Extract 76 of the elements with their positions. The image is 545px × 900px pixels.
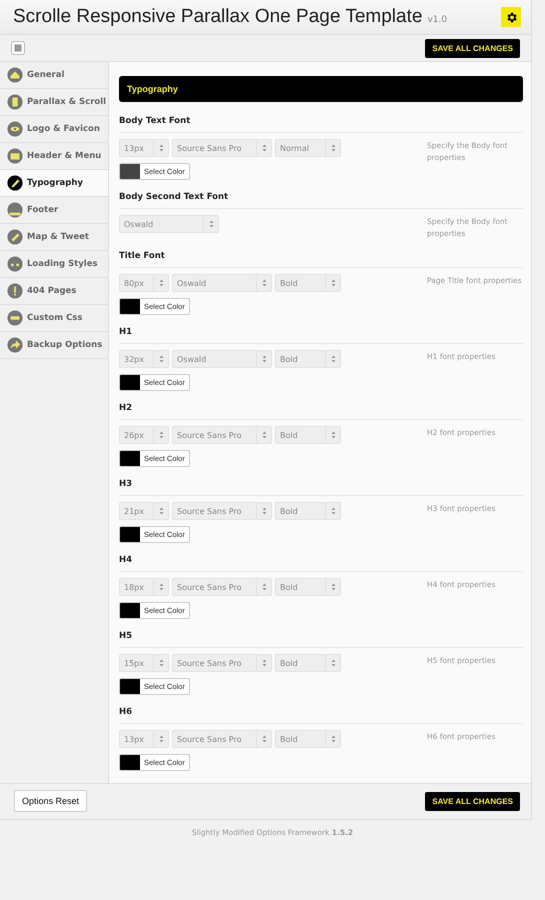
sidebar-item[interactable]: Typography: [0, 170, 108, 197]
footer-icon: [7, 202, 23, 218]
version-label: v1.0: [427, 15, 448, 25]
eye-icon: [7, 121, 23, 137]
updown-icon: [262, 659, 266, 668]
updown-icon: [158, 431, 164, 440]
select-field[interactable]: 80px: [119, 274, 169, 292]
updown-icon: [330, 279, 336, 288]
select-field[interactable]: Bold: [275, 502, 341, 520]
select-field[interactable]: Source Sans Pro: [172, 654, 272, 672]
updown-icon: [262, 355, 266, 364]
select-field[interactable]: Bold: [275, 730, 341, 748]
updown-icon: [158, 583, 164, 592]
select-field[interactable]: Oswald: [172, 274, 272, 292]
updown-icon: [262, 279, 266, 288]
select-field[interactable]: Bold: [275, 578, 341, 596]
updown-icon: [158, 355, 164, 364]
select-field[interactable]: Source Sans Pro: [172, 426, 272, 444]
select-field[interactable]: Oswald: [172, 350, 272, 368]
window-icon: [7, 148, 23, 164]
select-field[interactable]: Bold: [275, 350, 341, 368]
updown-icon: [262, 735, 266, 744]
select-field[interactable]: 18px: [119, 578, 169, 596]
exclamation-icon: [7, 283, 23, 299]
select-field[interactable]: Bold: [275, 274, 341, 292]
updown-icon: [330, 144, 336, 152]
updown-icon: [158, 279, 164, 288]
section-heading: Body Text Font: [119, 116, 523, 133]
pen-icon: [7, 175, 23, 191]
section-heading: H2: [119, 403, 523, 420]
select-field[interactable]: Oswald: [119, 215, 219, 233]
settings-icon[interactable]: [501, 7, 521, 27]
panel-title: Typography: [119, 76, 523, 102]
section-heading: H1: [119, 327, 523, 344]
select-field[interactable]: Source Sans Pro: [172, 139, 272, 157]
section-heading: H3: [119, 479, 523, 496]
select-field[interactable]: Source Sans Pro: [172, 502, 272, 520]
updown-icon: [330, 659, 336, 668]
save-button[interactable]: SAVE ALL CHANGES: [425, 792, 520, 811]
panel-toggle-icon[interactable]: [11, 41, 25, 55]
updown-icon: [330, 583, 336, 592]
updown-icon: [330, 735, 336, 744]
section-heading: H4: [119, 555, 523, 572]
section-heading: Body Second Text Font: [119, 192, 523, 209]
updown-icon: [330, 507, 336, 516]
updown-icon: [158, 507, 164, 516]
select-field[interactable]: Normal: [275, 139, 341, 157]
updown-icon: [262, 507, 266, 516]
scroll-icon: [7, 94, 23, 110]
save-button[interactable]: SAVE ALL CHANGES: [425, 38, 520, 58]
select-field[interactable]: Source Sans Pro: [172, 578, 272, 596]
section-heading: H5: [119, 631, 523, 648]
updown-icon: [262, 144, 266, 152]
select-field[interactable]: Bold: [275, 426, 341, 444]
select-field[interactable]: 13px: [119, 139, 169, 157]
reset-button[interactable]: Options Reset: [14, 790, 88, 812]
dots-icon: [7, 256, 23, 272]
updown-icon: [158, 659, 164, 668]
updown-icon: [330, 355, 336, 364]
select-field[interactable]: Bold: [275, 654, 341, 672]
select-field[interactable]: 13px: [119, 730, 169, 748]
section-heading: Title Font: [119, 251, 523, 268]
select-field[interactable]: Source Sans Pro: [172, 730, 272, 748]
section-heading: H6: [119, 707, 523, 724]
select-field[interactable]: 21px: [119, 502, 169, 520]
updown-icon: [158, 735, 164, 744]
house-icon: [7, 67, 23, 83]
updown-icon: [208, 220, 214, 228]
select-field[interactable]: 32px: [119, 350, 169, 368]
updown-icon: [330, 431, 336, 440]
page-title: Scrolle Responsive Parallax One Page Template: [13, 6, 422, 28]
select-field[interactable]: 15px: [119, 654, 169, 672]
updown-icon: [262, 583, 266, 592]
select-field[interactable]: 26px: [119, 426, 169, 444]
updown-icon: [262, 431, 266, 440]
updown-icon: [158, 144, 164, 152]
